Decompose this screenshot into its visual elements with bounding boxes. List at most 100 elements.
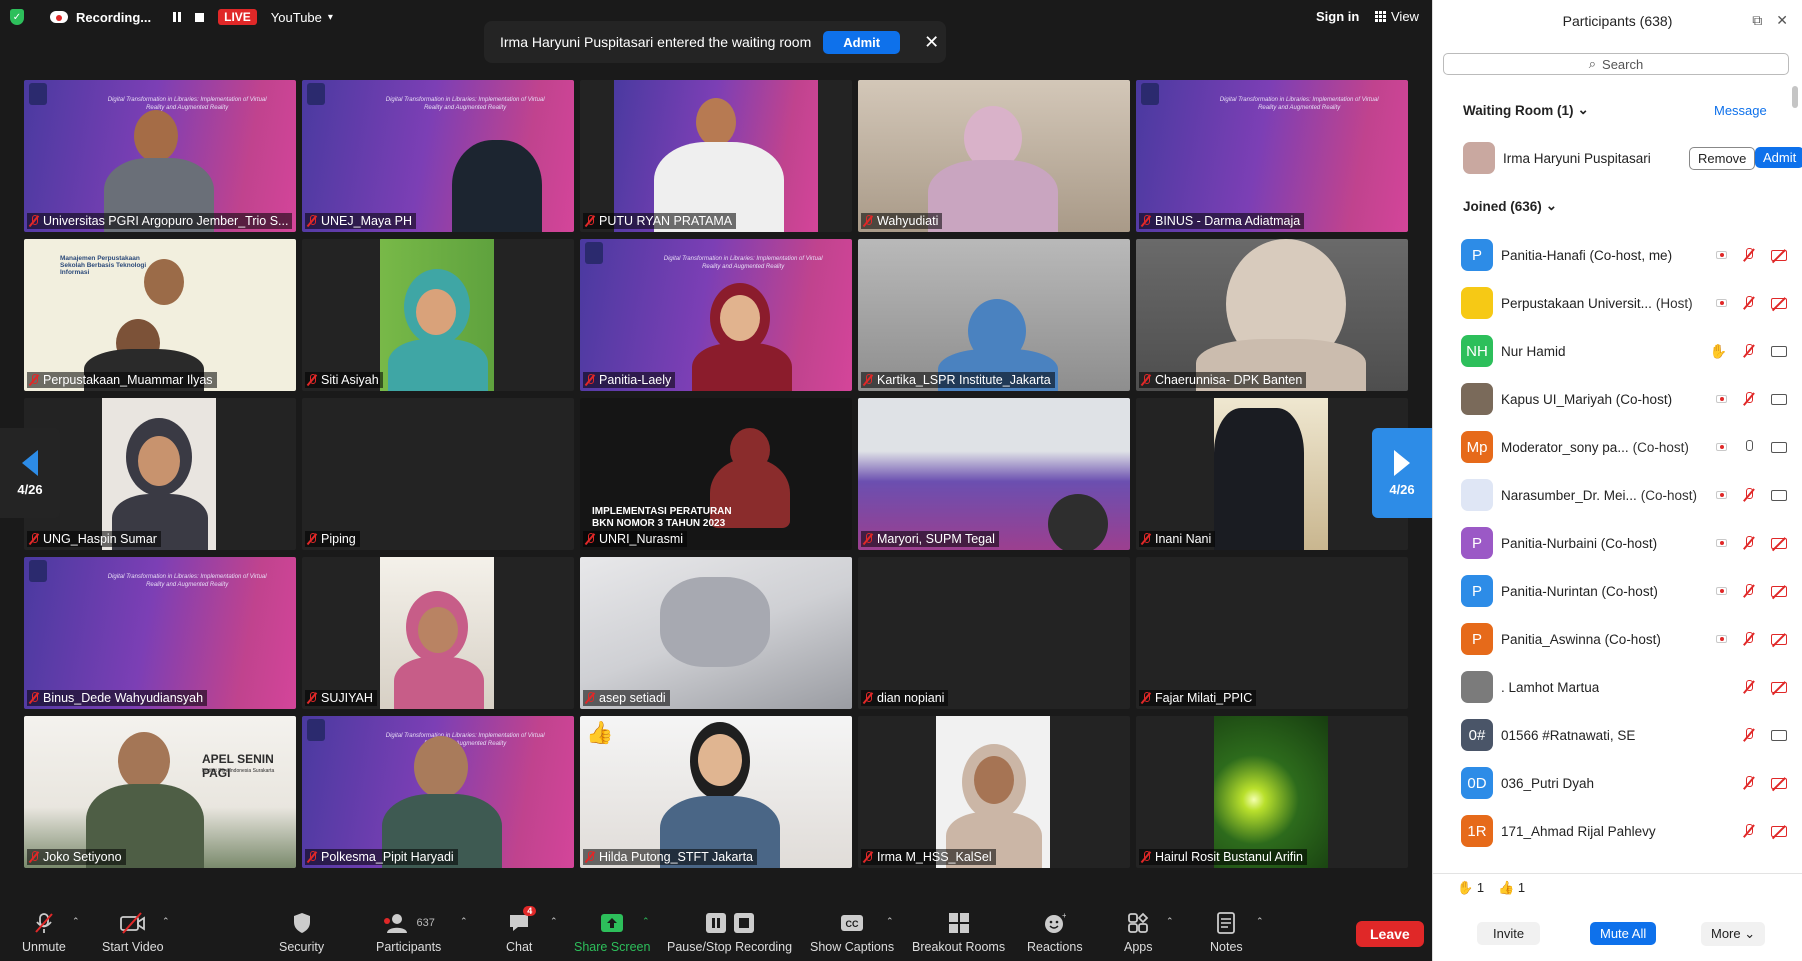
participant-row[interactable]: P Panitia_Aswinna (Co-host): [1461, 622, 1791, 656]
video-tile[interactable]: Digital Transformation in Libraries: Imp…: [302, 80, 574, 232]
video-tile[interactable]: Maryori, SUPM Tegal: [858, 398, 1130, 550]
participant-row[interactable]: P Panitia-Hanafi (Co-host, me): [1461, 238, 1791, 272]
start-video-button[interactable]: Start Video: [102, 912, 164, 954]
video-tile[interactable]: Digital Transformation in Libraries: Imp…: [1136, 80, 1408, 232]
video-off-icon[interactable]: [1771, 825, 1787, 837]
show-captions-button[interactable]: CC Show Captions: [810, 912, 894, 954]
chevron-up-icon[interactable]: ⌃: [642, 916, 650, 927]
video-tile[interactable]: Digital Transformation in Libraries: Imp…: [24, 557, 296, 709]
video-tile[interactable]: Digital Transformation in Libraries: Imp…: [24, 80, 296, 232]
video-tile[interactable]: APEL SENIN PAGI Institut Seni Indonesia …: [24, 716, 296, 868]
pause-stop-recording-button[interactable]: Pause/Stop Recording: [667, 912, 792, 954]
chevron-up-icon[interactable]: ⌃: [162, 916, 170, 927]
mic-off-icon[interactable]: [1743, 680, 1755, 694]
chevron-up-icon[interactable]: ⌃: [460, 916, 468, 927]
participants-button[interactable]: 637 Participants: [376, 912, 441, 954]
chevron-down-icon[interactable]: ▾: [328, 12, 333, 23]
video-off-icon[interactable]: [1771, 777, 1787, 789]
video-off-icon[interactable]: [1771, 633, 1787, 645]
live-badge[interactable]: LIVE: [218, 9, 257, 25]
mic-off-icon[interactable]: [1743, 392, 1755, 406]
scrollbar[interactable]: [1792, 86, 1798, 108]
mic-off-icon[interactable]: [1743, 824, 1755, 838]
participant-row[interactable]: Narasumber_Dr. Mei... (Co-host): [1461, 478, 1791, 512]
video-tile[interactable]: PUTU RYAN PRATAMA: [580, 80, 852, 232]
pop-out-icon[interactable]: ⧉: [1752, 12, 1762, 29]
video-tile[interactable]: Digital Transformation in Libraries: Imp…: [302, 716, 574, 868]
pause-recording-icon[interactable]: [173, 12, 182, 22]
reactions-button[interactable]: + Reactions: [1027, 912, 1083, 954]
participant-row[interactable]: NH Nur Hamid ✋: [1461, 334, 1791, 368]
more-button[interactable]: More ⌄: [1701, 922, 1766, 946]
shield-icon[interactable]: ✓: [10, 9, 24, 25]
mic-off-icon[interactable]: [1743, 776, 1755, 790]
chat-button[interactable]: 4 Chat: [506, 906, 537, 954]
stream-target[interactable]: YouTube: [271, 10, 322, 25]
video-off-icon[interactable]: [1771, 297, 1787, 309]
video-tile[interactable]: dian nopiani: [858, 557, 1130, 709]
sign-in-link[interactable]: Sign in: [1316, 9, 1359, 24]
video-icon[interactable]: [1771, 393, 1787, 405]
video-tile[interactable]: Manajemen Perpustakaan Sekolah Berbasis …: [24, 239, 296, 391]
view-button[interactable]: View: [1375, 9, 1419, 24]
chevron-up-icon[interactable]: ⌃: [1166, 916, 1174, 927]
breakout-rooms-button[interactable]: Breakout Rooms: [912, 912, 1005, 954]
video-tile[interactable]: Wahyudiati: [858, 80, 1130, 232]
video-tile[interactable]: Digital Transformation in Libraries: Imp…: [580, 239, 852, 391]
chevron-up-icon[interactable]: ⌃: [72, 916, 80, 927]
video-tile[interactable]: Inani Nani: [1136, 398, 1408, 550]
notes-button[interactable]: Notes: [1210, 912, 1243, 954]
apps-button[interactable]: Apps: [1124, 912, 1153, 954]
video-tile[interactable]: Fajar Milati_PPIC: [1136, 557, 1408, 709]
message-link[interactable]: Message: [1714, 103, 1767, 118]
previous-page-button[interactable]: 4/26: [0, 428, 60, 518]
video-icon[interactable]: [1771, 729, 1787, 741]
mic-icon[interactable]: [1743, 440, 1755, 454]
leave-button[interactable]: Leave: [1356, 921, 1424, 947]
video-tile[interactable]: Irma M_HSS_KalSel: [858, 716, 1130, 868]
mic-off-icon[interactable]: [1743, 728, 1755, 742]
video-tile[interactable]: asep setiadi: [580, 557, 852, 709]
admit-button[interactable]: Admit: [823, 30, 901, 54]
video-off-icon[interactable]: [1771, 585, 1787, 597]
mic-off-icon[interactable]: [1743, 344, 1755, 358]
video-off-icon[interactable]: [1771, 249, 1787, 261]
search-input[interactable]: ⌕ Search: [1443, 53, 1789, 75]
participant-row[interactable]: P Panitia-Nurbaini (Co-host): [1461, 526, 1791, 560]
close-icon[interactable]: ✕: [1776, 12, 1788, 29]
mic-off-icon[interactable]: [1743, 632, 1755, 646]
admit-button[interactable]: Admit: [1755, 147, 1802, 168]
invite-button[interactable]: Invite: [1477, 922, 1541, 945]
security-button[interactable]: Security: [279, 912, 324, 954]
mic-off-icon[interactable]: [1743, 248, 1755, 262]
participant-row[interactable]: Kapus UI_Mariyah (Co-host): [1461, 382, 1791, 416]
participant-row[interactable]: P Panitia-Nurintan (Co-host): [1461, 574, 1791, 608]
mic-off-icon[interactable]: [1743, 488, 1755, 502]
chevron-up-icon[interactable]: ⌃: [886, 916, 894, 927]
close-icon[interactable]: ✕: [924, 32, 939, 53]
participant-row[interactable]: 0# 01566 #Ratnawati, SE: [1461, 718, 1791, 752]
video-tile[interactable]: Siti Asiyah: [302, 239, 574, 391]
video-tile[interactable]: Piping: [302, 398, 574, 550]
video-tile[interactable]: Kartika_LSPR Institute_Jakarta: [858, 239, 1130, 391]
recording-status[interactable]: Recording...: [76, 10, 151, 25]
remove-button[interactable]: Remove: [1689, 147, 1756, 170]
unmute-button[interactable]: Unmute: [22, 912, 66, 954]
video-tile[interactable]: Hairul Rosit Bustanul Arifin: [1136, 716, 1408, 868]
mute-all-button[interactable]: Mute All: [1590, 922, 1657, 945]
video-tile[interactable]: Chaerunnisa- DPK Banten: [1136, 239, 1408, 391]
video-icon[interactable]: [1771, 441, 1787, 453]
participant-row[interactable]: 1R 171_Ahmad Rijal Pahlevy: [1461, 814, 1791, 848]
stop-recording-icon[interactable]: [195, 12, 205, 22]
participant-row[interactable]: Perpustakaan Universit... (Host): [1461, 286, 1791, 320]
video-tile[interactable]: 👍 Hilda Putong_STFT Jakarta: [580, 716, 852, 868]
next-page-button[interactable]: 4/26: [1372, 428, 1432, 518]
mic-off-icon[interactable]: [1743, 296, 1755, 310]
share-screen-button[interactable]: Share Screen: [574, 912, 650, 954]
participant-row[interactable]: . Lamhot Martua: [1461, 670, 1791, 704]
participant-row[interactable]: 0D 036_Putri Dyah: [1461, 766, 1791, 800]
video-off-icon[interactable]: [1771, 681, 1787, 693]
waiting-room-header[interactable]: Waiting Room (1) ⌄: [1463, 102, 1589, 118]
video-off-icon[interactable]: [1771, 537, 1787, 549]
participant-row[interactable]: Mp Moderator_sony pa... (Co-host): [1461, 430, 1791, 464]
